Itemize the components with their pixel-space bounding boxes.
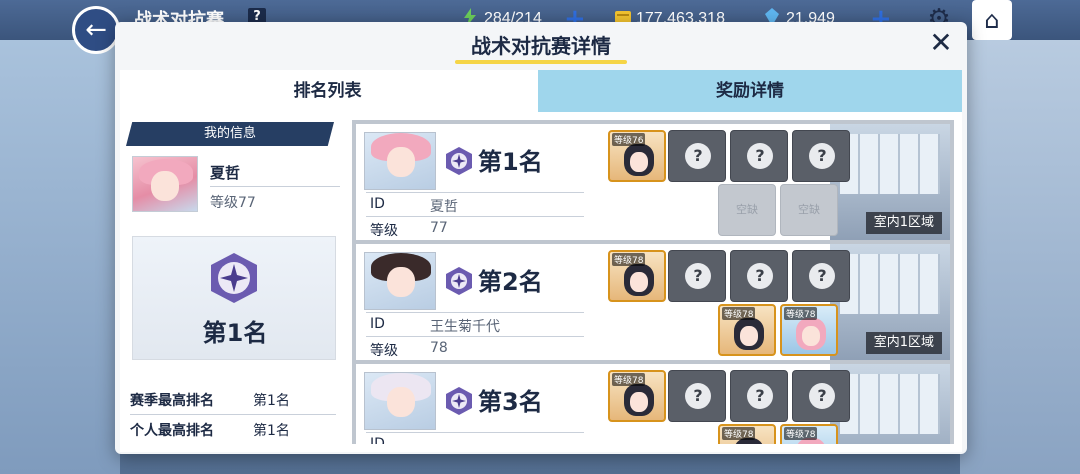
divider bbox=[130, 414, 336, 415]
rank-emblem-icon bbox=[446, 267, 472, 295]
unknown-student-slot[interactable]: ? bbox=[730, 130, 788, 182]
student-level: 等级78 bbox=[784, 427, 818, 440]
back-button[interactable]: ← bbox=[72, 6, 120, 54]
battlefield-zone: 室内1区域 bbox=[865, 332, 942, 354]
player-level: 等级77 bbox=[210, 195, 256, 211]
avatar bbox=[364, 372, 436, 430]
tab-content: 我的信息 夏哲 等级77 第1名 赛季最高排名 第1名 个人最高排名 第1名 第… bbox=[120, 112, 962, 452]
question-icon: ? bbox=[747, 263, 773, 289]
home-icon[interactable]: ⌂ bbox=[972, 0, 1012, 40]
student-card[interactable]: 等级78 bbox=[718, 424, 776, 444]
level-label: 等级 bbox=[370, 343, 398, 359]
rank-label: 第1名 bbox=[478, 148, 543, 176]
modal-title: 战术对抗赛详情 bbox=[471, 34, 611, 58]
battlefield-zone: 室内1区域 bbox=[865, 212, 942, 234]
question-icon: ? bbox=[747, 143, 773, 169]
rank-emblem-icon bbox=[446, 147, 472, 175]
tab-ranking-list[interactable]: 排名列表 bbox=[120, 70, 535, 112]
personal-best-rank-value: 第1名 bbox=[253, 423, 290, 439]
student-card[interactable]: 等级78 bbox=[780, 424, 838, 444]
avatar bbox=[364, 132, 436, 190]
student-level: 等级78 bbox=[612, 253, 646, 266]
back-arrow-icon: ← bbox=[85, 15, 107, 45]
personal-best-rank: 个人最高排名 第1名 bbox=[130, 420, 290, 440]
tab-bar: 排名列表 奖励详情 bbox=[120, 70, 962, 112]
my-info-panel: 我的信息 夏哲 等级77 第1名 赛季最高排名 第1名 个人最高排名 第1名 bbox=[120, 112, 350, 452]
id-label: ID bbox=[370, 316, 385, 332]
question-icon: ? bbox=[809, 263, 835, 289]
student-card[interactable]: 等级78 bbox=[608, 370, 666, 422]
ranking-list[interactable]: 第1名 ID 夏哲 等级 77 等级76??? 空缺 空缺 室内1区域 第2名 ID 王生菊千代 等级 7… bbox=[352, 120, 954, 444]
background-right-panel bbox=[960, 40, 1080, 474]
unknown-student-slot[interactable]: ? bbox=[668, 370, 726, 422]
rank-emblem-icon bbox=[211, 253, 257, 303]
divider bbox=[366, 336, 584, 337]
student-level: 等级78 bbox=[612, 373, 646, 386]
tournament-detail-modal: 战术对抗赛详情 ✕ 排名列表 奖励详情 我的信息 夏哲 等级77 第1名 赛季最… bbox=[115, 22, 967, 454]
divider bbox=[366, 216, 584, 217]
season-best-rank: 赛季最高排名 第1名 bbox=[130, 390, 290, 410]
player-level: 77 bbox=[430, 220, 448, 236]
vacant-slot: 空缺 bbox=[780, 184, 838, 236]
tab-reward-details[interactable]: 奖励详情 bbox=[538, 70, 962, 112]
rank-emblem-icon bbox=[446, 387, 472, 415]
question-icon: ? bbox=[809, 383, 835, 409]
question-icon: ? bbox=[747, 383, 773, 409]
student-level: 等级78 bbox=[722, 427, 756, 440]
student-level: 等级78 bbox=[722, 307, 756, 320]
background-left-panel bbox=[0, 40, 120, 474]
question-icon: ? bbox=[685, 383, 711, 409]
title-underline bbox=[455, 60, 627, 64]
level-label: 等级 bbox=[370, 223, 398, 239]
id-label: ID bbox=[370, 436, 385, 444]
unknown-student-slot[interactable]: ? bbox=[792, 250, 850, 302]
divider bbox=[366, 312, 584, 313]
unknown-student-slot[interactable]: ? bbox=[730, 250, 788, 302]
player-level: 78 bbox=[430, 340, 448, 356]
divider bbox=[366, 432, 584, 433]
student-card[interactable]: 等级78 bbox=[780, 304, 838, 356]
vacant-slot: 空缺 bbox=[718, 184, 776, 236]
unknown-student-slot[interactable]: ? bbox=[668, 250, 726, 302]
student-level: 等级78 bbox=[784, 307, 818, 320]
unknown-student-slot[interactable]: ? bbox=[792, 370, 850, 422]
divider bbox=[210, 186, 340, 187]
my-rank-box: 第1名 bbox=[132, 236, 336, 360]
rank-label: 第3名 bbox=[478, 388, 543, 416]
student-card[interactable]: 等级78 bbox=[608, 250, 666, 302]
close-button[interactable]: ✕ bbox=[927, 29, 955, 58]
personal-best-rank-label: 个人最高排名 bbox=[130, 423, 214, 439]
unknown-student-slot[interactable]: ? bbox=[792, 130, 850, 182]
student-card[interactable]: 等级78 bbox=[718, 304, 776, 356]
ranking-row[interactable]: 第2名 ID 王生菊千代 等级 78 等级78??? 等级78 等级78 室内1区域 bbox=[356, 244, 950, 360]
player-id: 王生菊千代 bbox=[430, 319, 500, 335]
student-card[interactable]: 等级76 bbox=[608, 130, 666, 182]
player-name: 夏哲 bbox=[210, 164, 241, 182]
season-best-rank-value: 第1名 bbox=[253, 393, 290, 409]
my-info-header: 我的信息 bbox=[126, 122, 334, 146]
question-icon: ? bbox=[685, 143, 711, 169]
id-label: ID bbox=[370, 196, 385, 212]
question-icon: ? bbox=[809, 143, 835, 169]
unknown-student-slot[interactable]: ? bbox=[668, 130, 726, 182]
ranking-row[interactable]: 第1名 ID 夏哲等级 77 等级76??? 空缺 空缺室内1区域 bbox=[356, 124, 950, 240]
avatar bbox=[364, 252, 436, 310]
my-rank: 第1名 bbox=[202, 319, 268, 347]
student-level: 等级76 bbox=[612, 133, 646, 146]
ranking-row[interactable]: 第3名 ID 等级78??? 等级78 等级78 bbox=[356, 364, 950, 444]
divider bbox=[366, 192, 584, 193]
avatar bbox=[132, 156, 198, 212]
unknown-student-slot[interactable]: ? bbox=[730, 370, 788, 422]
rank-label: 第2名 bbox=[478, 268, 543, 296]
question-icon: ? bbox=[685, 263, 711, 289]
player-id: 夏哲 bbox=[430, 199, 458, 215]
season-best-rank-label: 赛季最高排名 bbox=[130, 393, 214, 409]
